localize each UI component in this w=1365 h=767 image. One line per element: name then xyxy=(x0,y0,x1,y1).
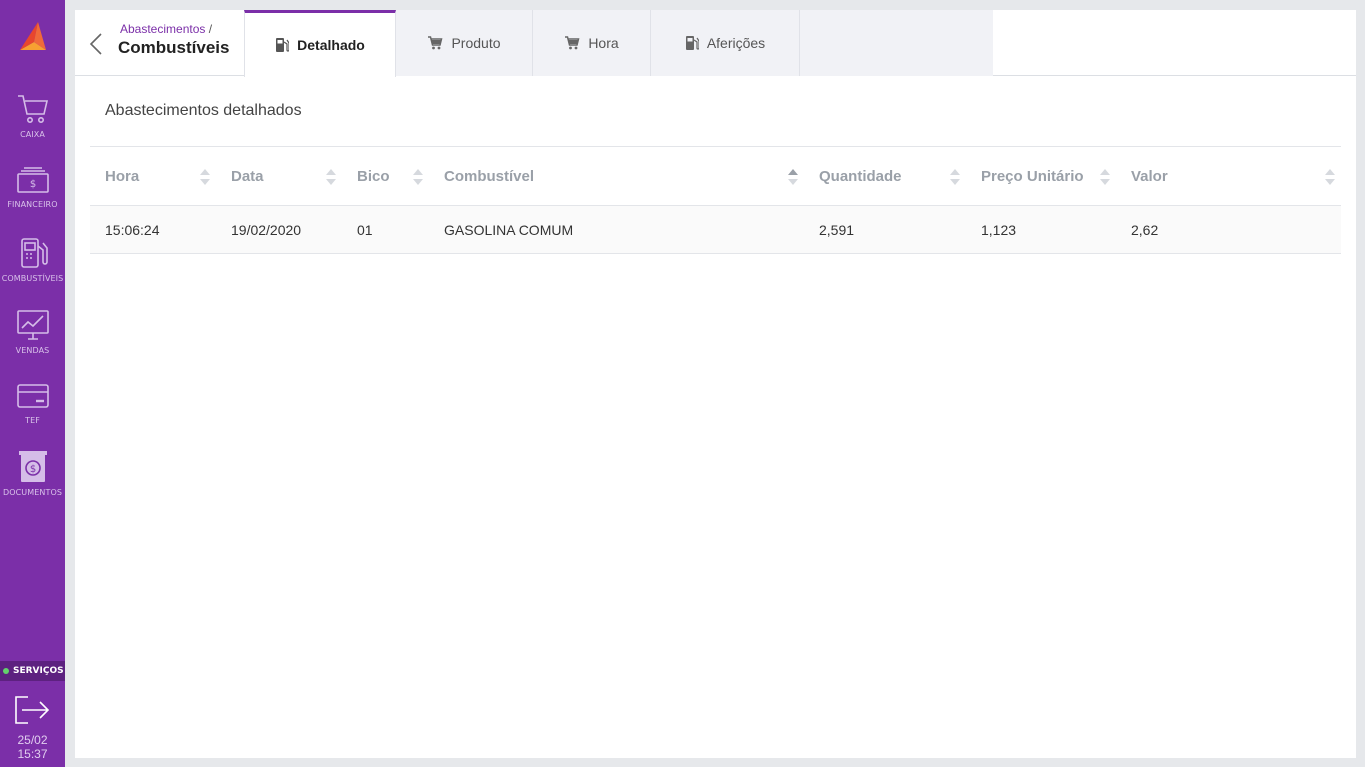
svg-text:$: $ xyxy=(29,179,35,190)
tab-bar-filler xyxy=(800,10,993,76)
column-header-valor[interactable]: Valor xyxy=(1131,147,1168,205)
cell-hora: 15:06:24 xyxy=(105,222,160,238)
sidebar-item-label: DOCUMENTOS xyxy=(2,488,63,497)
fuel-pump-icon xyxy=(20,238,48,268)
tab-label: Produto xyxy=(451,35,501,51)
fuel-icon xyxy=(685,36,699,50)
header-bar: Abastecimentos / Combustíveis Detalhado xyxy=(75,10,1356,77)
tab-label: Aferições xyxy=(706,35,766,51)
column-header-label: Hora xyxy=(105,167,140,185)
tab-afericoes[interactable]: Aferições xyxy=(651,10,800,76)
tab-detalhado[interactable]: Detalhado xyxy=(244,10,396,77)
sidebar-item-label: COMBUSTÍVEIS xyxy=(1,274,64,283)
document-dollar-icon: $ xyxy=(18,451,47,482)
fuel-icon xyxy=(276,38,290,52)
column-header-label: Preço Unitário xyxy=(981,167,1084,185)
column-header-label: Combustível xyxy=(444,167,535,185)
sort-icon[interactable] xyxy=(199,167,211,187)
column-header-label: Bico xyxy=(357,167,390,185)
tab-produto[interactable]: Produto xyxy=(396,10,533,76)
svg-text:$: $ xyxy=(29,464,35,475)
sidebar-item-label: CAIXA xyxy=(20,130,45,139)
sidebar-item-combustiveis[interactable]: COMBUSTÍVEIS xyxy=(0,236,65,283)
tab-hora[interactable]: Hora xyxy=(533,10,651,76)
sort-ascending-icon[interactable] xyxy=(787,167,799,187)
sort-icon[interactable] xyxy=(412,167,424,187)
sidebar-item-label: TEF xyxy=(25,416,40,425)
sidebar-item-documentos[interactable]: $ DOCUMENTOS xyxy=(0,450,65,497)
column-header-quantidade[interactable]: Quantidade xyxy=(819,147,902,205)
tab-label: Detalhado xyxy=(297,37,365,53)
tab-label: Hora xyxy=(588,35,619,51)
column-header-data[interactable]: Data xyxy=(231,147,264,205)
brand-logo-icon xyxy=(20,22,46,50)
cell-preco-unitario: 1,123 xyxy=(981,222,1017,238)
chart-monitor-icon xyxy=(16,310,49,340)
clock-date: 25/02 xyxy=(17,733,48,747)
sort-icon[interactable] xyxy=(949,167,961,187)
sidebar-item-vendas[interactable]: VENDAS xyxy=(0,308,65,355)
sort-icon[interactable] xyxy=(325,167,337,187)
cell-combustivel: GASOLINA COMUM xyxy=(444,222,574,238)
status-dot-icon xyxy=(3,668,9,674)
cart-icon xyxy=(17,95,48,123)
cell-valor: 2,62 xyxy=(1131,222,1159,238)
column-header-hora[interactable]: Hora xyxy=(105,147,139,205)
breadcrumb[interactable]: Abastecimentos / xyxy=(120,22,212,36)
table-row[interactable]: 15:06:24 19/02/2020 01 GASOLINA COMUM 2,… xyxy=(90,206,1341,254)
money-icon: $ xyxy=(16,167,49,193)
services-label: SERVIÇOS xyxy=(13,666,64,676)
column-header-label: Quantidade xyxy=(819,167,902,185)
cart-icon xyxy=(565,36,580,50)
services-status[interactable]: SERVIÇOS xyxy=(0,661,65,681)
column-header-bico[interactable]: Bico xyxy=(357,147,390,205)
table-header: Hora Data Bico Combustível Quantidade Pr… xyxy=(90,146,1341,206)
cell-data: 19/02/2020 xyxy=(231,222,302,238)
credit-card-icon xyxy=(16,384,49,408)
column-header-combustivel[interactable]: Combustível xyxy=(444,147,534,205)
column-header-preco-unitario[interactable]: Preço Unitário xyxy=(981,147,1084,205)
back-arrow-icon[interactable] xyxy=(87,30,105,58)
breadcrumb-separator: / xyxy=(208,22,213,36)
sidebar: CAIXA $ FINANCEIRO COMBUSTÍVEIS VENDAS T… xyxy=(0,0,65,767)
sidebar-item-caixa[interactable]: CAIXA xyxy=(0,92,65,139)
tab-bar: Detalhado Produto Hora Aferições xyxy=(244,10,993,77)
logout-icon[interactable] xyxy=(14,695,50,725)
column-header-label: Data xyxy=(231,167,264,185)
column-header-label: Valor xyxy=(1131,167,1168,185)
cell-quantidade: 2,591 xyxy=(819,222,855,238)
clock: 25/02 15:37 xyxy=(0,733,65,761)
section-title: Abastecimentos detalhados xyxy=(105,102,302,119)
sidebar-item-label: VENDAS xyxy=(15,346,50,355)
cell-bico: 01 xyxy=(357,222,373,238)
data-table: Hora Data Bico Combustível Quantidade Pr… xyxy=(90,146,1341,254)
page-title: Combustíveis xyxy=(118,38,230,57)
clock-time: 15:37 xyxy=(17,747,48,761)
breadcrumb-parent[interactable]: Abastecimentos xyxy=(120,22,205,36)
cart-icon xyxy=(428,36,443,50)
sidebar-item-tef[interactable]: TEF xyxy=(0,382,65,425)
main-panel: Abastecimentos / Combustíveis Detalhado xyxy=(75,10,1356,758)
sidebar-item-financeiro[interactable]: $ FINANCEIRO xyxy=(0,166,65,209)
sort-icon[interactable] xyxy=(1324,167,1336,187)
sort-icon[interactable] xyxy=(1099,167,1111,187)
sidebar-item-label: FINANCEIRO xyxy=(7,200,58,209)
